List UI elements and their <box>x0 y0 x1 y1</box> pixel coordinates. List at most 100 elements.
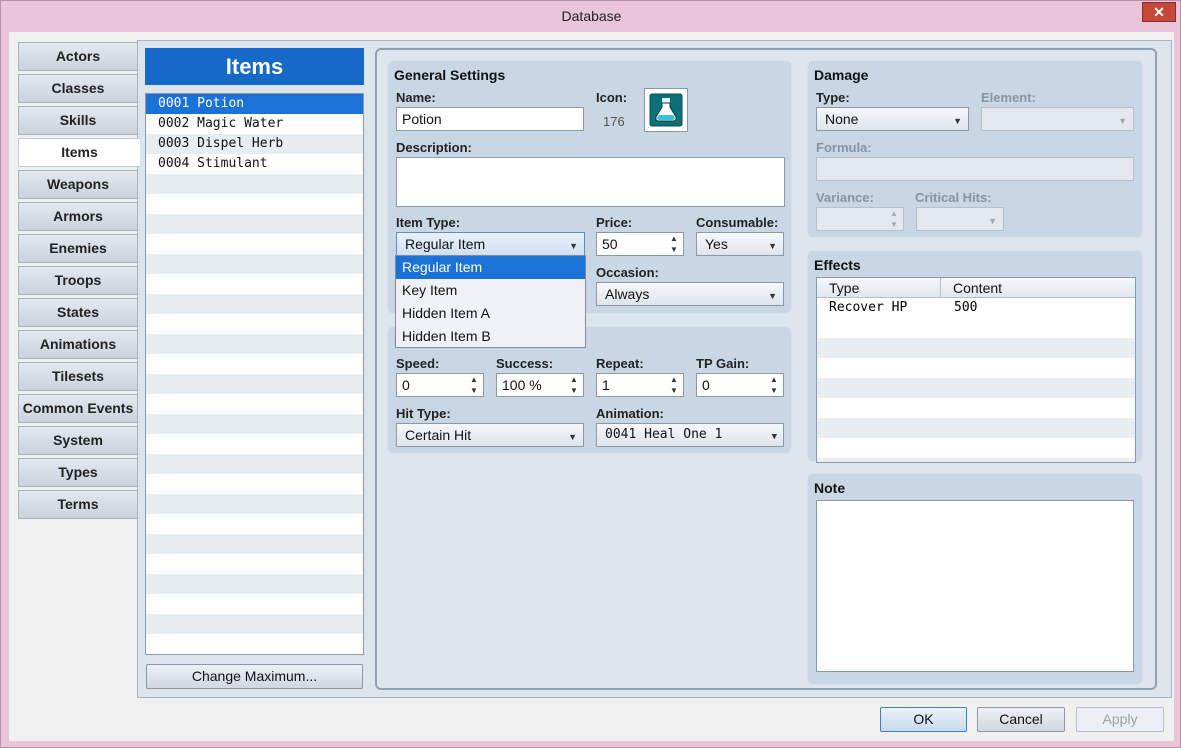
empty-list-row[interactable] <box>146 174 363 194</box>
empty-list-row[interactable] <box>146 314 363 334</box>
list-item[interactable]: 0003 Dispel Herb <box>146 134 363 154</box>
item-type-dropdown[interactable]: Regular Item ▼ <box>396 232 585 256</box>
nav-system[interactable]: System <box>18 426 138 455</box>
tp-gain-label: TP Gain: <box>696 356 750 371</box>
nav-classes[interactable]: Classes <box>18 74 138 103</box>
list-item[interactable]: 0001 Potion <box>146 94 363 114</box>
ok-button[interactable]: OK <box>880 707 967 732</box>
icon-label: Icon: <box>596 90 628 105</box>
animation-dropdown[interactable]: 0041 Heal One 1 ▼ <box>596 423 784 447</box>
nav-troops[interactable]: Troops <box>18 266 138 295</box>
empty-table-row[interactable] <box>817 378 1135 398</box>
spin-arrows-icon[interactable]: ▲ ▼ <box>567 374 581 396</box>
empty-list-row[interactable] <box>146 334 363 354</box>
empty-table-row[interactable] <box>817 338 1135 358</box>
nav-types[interactable]: Types <box>18 458 138 487</box>
option-hidden-item-b[interactable]: Hidden Item B <box>396 325 585 348</box>
nav-terms[interactable]: Terms <box>18 490 138 519</box>
note-field[interactable] <box>816 500 1134 672</box>
spin-arrows-icon[interactable]: ▲ ▼ <box>887 208 901 230</box>
empty-list-row[interactable] <box>146 614 363 634</box>
success-spinner[interactable]: 100 % ▲ ▼ <box>496 373 584 397</box>
nav-items[interactable]: Items <box>18 138 140 167</box>
animation-label: Animation: <box>596 406 664 421</box>
damage-type-dropdown[interactable]: None ▼ <box>816 107 969 131</box>
empty-list-row[interactable] <box>146 454 363 474</box>
list-item[interactable]: 0002 Magic Water <box>146 114 363 134</box>
variance-label: Variance: <box>816 190 874 205</box>
empty-list-row[interactable] <box>146 234 363 254</box>
name-field[interactable]: Potion <box>396 107 584 131</box>
close-button[interactable]: ✕ <box>1142 2 1176 22</box>
table-row[interactable]: Recover HP 500 <box>817 298 1135 318</box>
cancel-button[interactable]: Cancel <box>977 707 1065 732</box>
nav-animations[interactable]: Animations <box>18 330 138 359</box>
empty-list-row[interactable] <box>146 574 363 594</box>
nav-tilesets[interactable]: Tilesets <box>18 362 138 391</box>
success-value: 100 % <box>502 377 542 393</box>
item-list[interactable]: 0001 Potion 0002 Magic Water 0003 Dispel… <box>145 93 364 655</box>
empty-list-row[interactable] <box>146 474 363 494</box>
empty-list-row[interactable] <box>146 554 363 574</box>
column-header-type[interactable]: Type <box>817 278 941 298</box>
empty-table-row[interactable] <box>817 458 1135 462</box>
empty-table-row[interactable] <box>817 358 1135 378</box>
nav-states[interactable]: States <box>18 298 138 327</box>
hit-type-dropdown[interactable]: Certain Hit ▼ <box>396 423 584 447</box>
option-regular-item[interactable]: Regular Item <box>396 256 585 279</box>
speed-spinner[interactable]: 0 ▲ ▼ <box>396 373 484 397</box>
repeat-spinner[interactable]: 1 ▲ ▼ <box>596 373 684 397</box>
nav-common-events[interactable]: Common Events <box>18 394 138 423</box>
effects-table[interactable]: Type Content Recover HP 500 <box>816 277 1136 463</box>
empty-table-row[interactable] <box>817 398 1135 418</box>
empty-table-row[interactable] <box>817 418 1135 438</box>
hit-type-label: Hit Type: <box>396 406 451 421</box>
column-header-content[interactable]: Content <box>941 278 1135 298</box>
consumable-dropdown[interactable]: Yes ▼ <box>696 232 784 256</box>
damage-type-label: Type: <box>816 90 850 105</box>
empty-list-row[interactable] <box>146 214 363 234</box>
spin-arrows-icon[interactable]: ▲ ▼ <box>667 233 681 255</box>
empty-list-row[interactable] <box>146 414 363 434</box>
nav-weapons[interactable]: Weapons <box>18 170 138 199</box>
option-hidden-item-a[interactable]: Hidden Item A <box>396 302 585 325</box>
empty-table-row[interactable] <box>817 318 1135 338</box>
empty-list-row[interactable] <box>146 194 363 214</box>
empty-list-row[interactable] <box>146 594 363 614</box>
empty-list-row[interactable] <box>146 434 363 454</box>
option-key-item[interactable]: Key Item <box>396 279 585 302</box>
occasion-dropdown[interactable]: Always ▼ <box>596 282 784 306</box>
formula-field[interactable] <box>816 157 1134 181</box>
spin-arrows-icon[interactable]: ▲ ▼ <box>767 374 781 396</box>
list-empty-rows <box>146 174 363 654</box>
empty-list-row[interactable] <box>146 294 363 314</box>
empty-list-row[interactable] <box>146 634 363 654</box>
empty-list-row[interactable] <box>146 254 363 274</box>
nav-skills[interactable]: Skills <box>18 106 138 135</box>
empty-table-row[interactable] <box>817 438 1135 458</box>
critical-hits-dropdown[interactable]: ▼ <box>916 207 1004 231</box>
element-dropdown[interactable]: ▼ <box>981 107 1134 131</box>
empty-list-row[interactable] <box>146 494 363 514</box>
spin-arrows-icon[interactable]: ▲ ▼ <box>667 374 681 396</box>
occasion-value: Always <box>605 286 650 302</box>
empty-list-row[interactable] <box>146 394 363 414</box>
nav-enemies[interactable]: Enemies <box>18 234 138 263</box>
change-maximum-button[interactable]: Change Maximum... <box>146 664 363 689</box>
empty-list-row[interactable] <box>146 514 363 534</box>
empty-list-row[interactable] <box>146 354 363 374</box>
spin-arrows-icon[interactable]: ▲ ▼ <box>467 374 481 396</box>
list-item[interactable]: 0004 Stimulant <box>146 154 363 174</box>
nav-actors[interactable]: Actors <box>18 42 138 71</box>
apply-button[interactable]: Apply <box>1076 707 1164 732</box>
chevron-down-icon: ▼ <box>771 432 777 442</box>
variance-spinner[interactable]: ▲ ▼ <box>816 207 904 231</box>
empty-list-row[interactable] <box>146 534 363 554</box>
empty-list-row[interactable] <box>146 274 363 294</box>
price-spinner[interactable]: 50 ▲ ▼ <box>596 232 684 256</box>
tp-gain-spinner[interactable]: 0 ▲ ▼ <box>696 373 784 397</box>
icon-picker[interactable] <box>644 88 688 132</box>
nav-armors[interactable]: Armors <box>18 202 138 231</box>
description-field[interactable] <box>396 157 785 207</box>
empty-list-row[interactable] <box>146 374 363 394</box>
